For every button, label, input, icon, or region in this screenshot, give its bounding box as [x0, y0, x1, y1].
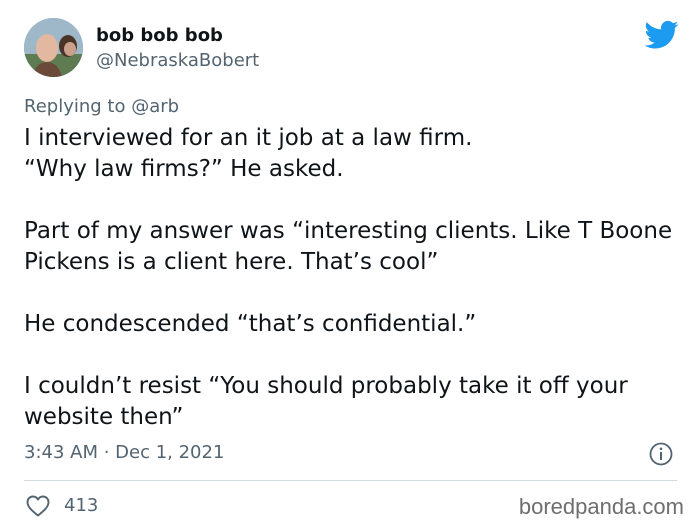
watermark: boredpanda.com	[518, 494, 684, 519]
twitter-bird-icon[interactable]	[645, 20, 679, 50]
replying-to-prefix: Replying to	[24, 96, 126, 117]
tweet-paragraph: He condescended “that’s confidential.”	[24, 311, 477, 337]
display-name[interactable]: bob bob bob	[96, 25, 223, 47]
reply-mention-link[interactable]: @arb	[131, 96, 179, 117]
tweet-paragraph: I couldn’t resist “You should probably t…	[24, 373, 628, 430]
user-handle[interactable]: @NebraskaBobert	[96, 50, 259, 72]
like-count: 413	[64, 495, 99, 516]
info-icon[interactable]	[649, 442, 673, 466]
divider	[24, 480, 677, 481]
tweet-paragraph: I interviewed for an it job at a law fir…	[24, 125, 473, 182]
tweet-timestamp[interactable]: 3:43 AM · Dec 1, 2021	[24, 442, 224, 464]
avatar-image	[24, 18, 83, 77]
avatar[interactable]	[24, 18, 83, 77]
heart-icon[interactable]	[26, 495, 50, 517]
tweet-text: I interviewed for an it job at a law fir…	[24, 123, 684, 433]
replying-to: Replying to @arb	[24, 96, 179, 118]
tweet-paragraph: Part of my answer was “interesting clien…	[24, 218, 673, 275]
like-button[interactable]: 413	[26, 493, 98, 519]
